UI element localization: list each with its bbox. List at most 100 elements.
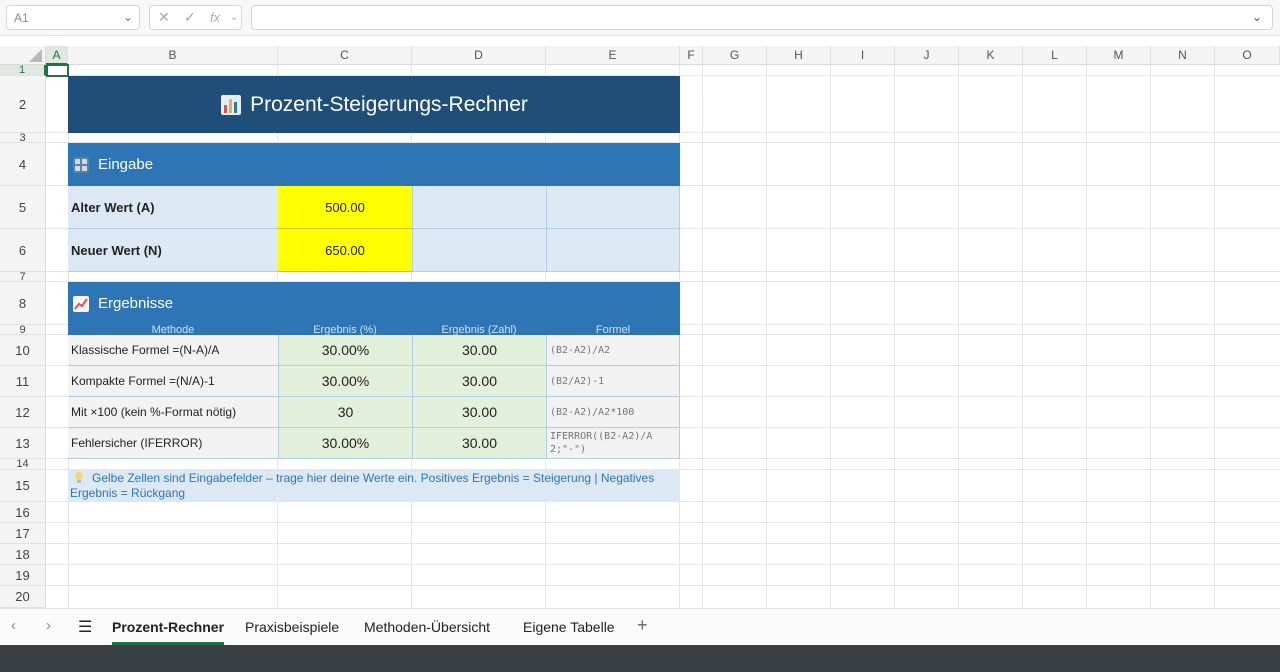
- column-header-c[interactable]: C: [278, 46, 412, 65]
- formula-buttons: ✕ ✓ fx ⌄: [149, 5, 242, 30]
- confirm-icon[interactable]: ✓: [184, 9, 196, 26]
- empty-cell: [412, 229, 546, 272]
- gridline: [894, 65, 895, 608]
- lightbulb-icon: [74, 472, 84, 484]
- info-note: Gelbe Zellen sind Eingabefelder – trage …: [68, 470, 680, 502]
- row-header-13[interactable]: 13: [0, 428, 46, 459]
- gridline: [46, 585, 1280, 586]
- formula-bar: A1 ⌄ ✕ ✓ fx ⌄ ⌄: [0, 0, 1280, 36]
- input-old-value[interactable]: 500.00: [278, 186, 412, 229]
- spreadsheet-grid[interactable]: A B C D E F G H I J K L M N O 1 2 3 4 5 …: [0, 46, 1280, 608]
- empty-cell: [546, 186, 680, 229]
- sheet-list-icon[interactable]: ☰: [78, 617, 92, 637]
- row-header-3[interactable]: 3: [0, 133, 46, 144]
- chevron-down-icon[interactable]: ⌄: [230, 12, 238, 23]
- status-bar: [0, 645, 1280, 672]
- column-header-h[interactable]: H: [767, 46, 831, 65]
- row-header-8[interactable]: 8: [0, 282, 46, 325]
- result-percent[interactable]: 30.00%: [278, 335, 412, 366]
- result-method: Fehlersicher (IFERROR): [68, 428, 278, 459]
- sheet-title: Prozent-Steigerungs-Rechner: [68, 76, 680, 133]
- row-header-2[interactable]: 2: [0, 76, 46, 133]
- result-number[interactable]: 30.00: [412, 366, 546, 397]
- row-header-18[interactable]: 18: [0, 544, 46, 565]
- result-percent[interactable]: 30.00%: [278, 366, 412, 397]
- result-percent[interactable]: 30: [278, 397, 412, 428]
- row-header-17[interactable]: 17: [0, 523, 46, 544]
- row-header-1[interactable]: 1: [0, 65, 46, 76]
- result-formula: (B2-A2)/A2*100: [546, 397, 680, 428]
- empty-cell: [412, 186, 546, 229]
- cancel-icon[interactable]: ✕: [158, 9, 170, 26]
- column-header-j[interactable]: J: [895, 46, 959, 65]
- input-label-new: Neuer Wert (N): [68, 229, 278, 272]
- row-header-16[interactable]: 16: [0, 502, 46, 523]
- row-header-15[interactable]: 15: [0, 470, 46, 502]
- row-header-11[interactable]: 11: [0, 366, 46, 397]
- result-number[interactable]: 30.00: [412, 335, 546, 366]
- chevron-left-icon[interactable]: ‹: [11, 617, 16, 634]
- row-header-4[interactable]: 4: [0, 143, 46, 186]
- formula-input[interactable]: ⌄: [251, 5, 1273, 30]
- column-header-d[interactable]: D: [412, 46, 546, 65]
- bar-chart-icon: [221, 94, 242, 115]
- column-header-m[interactable]: M: [1087, 46, 1151, 65]
- input-section-title: Eingabe: [98, 156, 154, 173]
- gridline: [46, 522, 1280, 523]
- gridline: [46, 564, 1280, 565]
- row-header-9[interactable]: 9: [0, 325, 46, 336]
- row-header-5[interactable]: 5: [0, 186, 46, 229]
- row-header-10[interactable]: 10: [0, 335, 46, 366]
- result-method: Mit ×100 (kein %-Format nötig): [68, 397, 278, 428]
- column-header-o[interactable]: O: [1215, 46, 1280, 65]
- row-header-12[interactable]: 12: [0, 397, 46, 428]
- gridline: [766, 65, 767, 608]
- input-section-header: Eingabe: [68, 143, 680, 186]
- column-header-g[interactable]: G: [703, 46, 767, 65]
- column-header-e[interactable]: E: [546, 46, 680, 65]
- column-header-k[interactable]: K: [959, 46, 1023, 65]
- row-header-6[interactable]: 6: [0, 229, 46, 272]
- row-header-7[interactable]: 7: [0, 272, 46, 283]
- gridline: [1214, 65, 1215, 608]
- result-number[interactable]: 30.00: [412, 397, 546, 428]
- chevron-right-icon[interactable]: ›: [46, 617, 51, 634]
- row-header-19[interactable]: 19: [0, 565, 46, 586]
- gridline: [1150, 65, 1151, 608]
- results-header-method: Methode: [68, 325, 278, 335]
- empty-cell: [546, 229, 680, 272]
- tab-prozent-rechner[interactable]: Prozent-Rechner: [112, 619, 224, 635]
- column-header-n[interactable]: N: [1151, 46, 1215, 65]
- column-header-i[interactable]: I: [831, 46, 895, 65]
- row-header-14[interactable]: 14: [0, 459, 46, 470]
- input-new-value[interactable]: 650.00: [278, 229, 412, 272]
- tab-praxisbeispiele[interactable]: Praxisbeispiele: [245, 619, 339, 635]
- result-method: Klassische Formel =(N-A)/A: [68, 335, 278, 366]
- corner-triangle-icon: [29, 49, 42, 62]
- gridline: [958, 65, 959, 608]
- column-header-b[interactable]: B: [68, 46, 278, 65]
- name-box[interactable]: A1 ⌄: [6, 5, 140, 30]
- tab-methoden-uebersicht[interactable]: Methoden-Übersicht: [364, 619, 490, 635]
- function-icon[interactable]: fx: [210, 10, 220, 25]
- numbers-icon: [73, 156, 89, 173]
- result-method: Kompakte Formel =(N/A)-1: [68, 366, 278, 397]
- add-sheet-icon[interactable]: +: [637, 615, 648, 636]
- result-percent[interactable]: 30.00%: [278, 428, 412, 459]
- expand-formula-icon[interactable]: ⌄: [1252, 10, 1262, 24]
- result-formula: (B2/A2)-1: [546, 366, 680, 397]
- selected-cell-a1[interactable]: [46, 64, 69, 77]
- chevron-down-icon[interactable]: ⌄: [123, 10, 133, 24]
- sheet-title-text: Prozent-Steigerungs-Rechner: [250, 92, 528, 116]
- gridline: [830, 65, 831, 608]
- column-header-f[interactable]: F: [680, 46, 703, 65]
- results-header-percent: Ergebnis (%): [278, 325, 412, 335]
- tab-eigene-tabelle[interactable]: Eigene Tabelle: [523, 619, 615, 635]
- sheet-tab-bar: ‹ › ☰ Prozent-Rechner Praxisbeispiele Me…: [0, 608, 1280, 645]
- column-header-a[interactable]: A: [46, 46, 68, 65]
- result-number[interactable]: 30.00: [412, 428, 546, 459]
- column-header-l[interactable]: L: [1023, 46, 1087, 65]
- select-all-corner[interactable]: [0, 46, 46, 65]
- row-header-20[interactable]: 20: [0, 586, 46, 608]
- result-formula: IFERROR((B2-A2)/A2;"-"): [546, 428, 680, 459]
